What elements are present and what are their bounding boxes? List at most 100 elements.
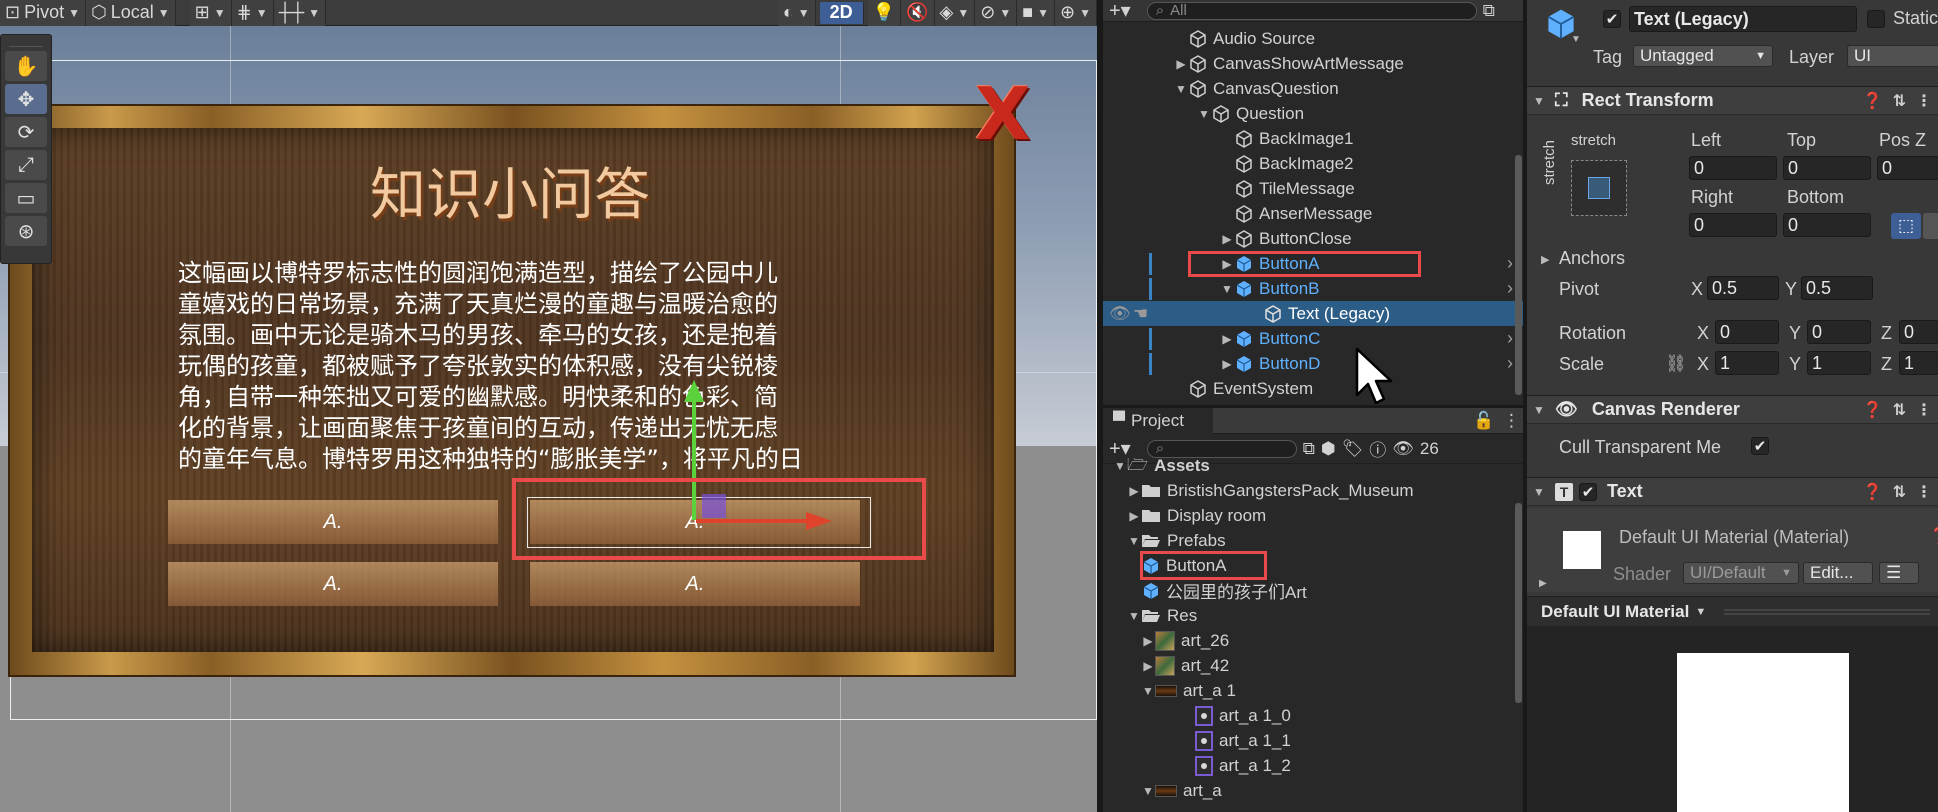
hierarchy-item[interactable]: ▶ ButtonClose bbox=[1103, 226, 1523, 251]
move-gizmo-y-arrow[interactable] bbox=[684, 380, 704, 402]
collapse-arrow-icon[interactable]: ▼ bbox=[1174, 82, 1188, 96]
chevron-down-icon[interactable]: ▼ bbox=[1695, 606, 1706, 618]
pivot-toggle[interactable]: ⊡ Pivot ▼ bbox=[0, 0, 87, 26]
anchor-presets-button[interactable] bbox=[1571, 160, 1627, 216]
help-icon[interactable]: ❓ bbox=[1929, 527, 1938, 547]
expand-arrow-icon[interactable]: ▶ bbox=[1141, 659, 1155, 673]
rotate-tool-icon[interactable]: ⟳ bbox=[5, 117, 47, 147]
right-field[interactable]: 0 bbox=[1689, 213, 1777, 237]
type-filter-icon[interactable]: ⬢ bbox=[1321, 439, 1336, 459]
drag-handle[interactable] bbox=[9, 37, 43, 47]
scene-view[interactable]: X 知识小问答 这幅画以博特罗标志性的圆润饱满造型，描绘了公园中儿 童嬉戏的日常… bbox=[0, 0, 1097, 812]
rotation-y-field[interactable]: 0 bbox=[1807, 320, 1871, 344]
hand-tool-icon[interactable]: ✋ bbox=[5, 51, 47, 81]
move-tool-icon[interactable]: ✥ bbox=[5, 84, 47, 114]
hierarchy-item[interactable]: EventSystem bbox=[1103, 376, 1523, 401]
hierarchy-search-input[interactable]: ⌕ All bbox=[1146, 1, 1477, 20]
grid-snap-button[interactable]: ⊞ ▼ bbox=[189, 0, 232, 26]
project-item-sprite[interactable]: art_a 1_1 bbox=[1103, 728, 1523, 753]
project-item-assets[interactable]: ▼ 🗁 Assets bbox=[1103, 458, 1523, 474]
help-icon[interactable]: ❓ bbox=[1863, 91, 1883, 111]
shader-dropdown[interactable]: UI/Default ▼ bbox=[1683, 562, 1799, 584]
project-item-sprite[interactable]: art_a 1_0 bbox=[1103, 703, 1523, 728]
project-item-folder[interactable]: ▶ BristishGangstersPack_Museum bbox=[1103, 478, 1523, 503]
chevron-right-icon[interactable]: › bbox=[1507, 253, 1513, 274]
preview-title[interactable]: Default UI Material bbox=[1541, 602, 1689, 622]
expand-arrow-icon[interactable]: ▶ bbox=[1539, 578, 1547, 589]
rect-transform-header[interactable]: ▼ ⛶ Rect Transform ❓ ⇅ ⋮ bbox=[1527, 86, 1938, 115]
draw-mode-button[interactable]: ◐ ▼ bbox=[777, 0, 816, 26]
search-options-icon[interactable]: ⧉ bbox=[1483, 1, 1495, 21]
preset-icon[interactable]: ⇅ bbox=[1893, 400, 1906, 420]
increment-snap-button[interactable]: ⋕ ▼ bbox=[231, 0, 274, 26]
tab-project[interactable]: ▀ Project bbox=[1103, 408, 1213, 434]
static-checkbox[interactable] bbox=[1867, 10, 1885, 28]
preset-icon[interactable]: ⇅ bbox=[1893, 482, 1906, 502]
effects-button[interactable]: ◈ ▼ bbox=[934, 0, 976, 26]
answer-button-d[interactable]: A. bbox=[530, 562, 860, 606]
project-item-folder[interactable]: ▼ Prefabs bbox=[1103, 528, 1523, 553]
2d-toggle[interactable]: 2D bbox=[819, 1, 864, 24]
project-item-texture[interactable]: ▼ art_a bbox=[1103, 778, 1523, 803]
expand-arrow-icon[interactable]: ▶ bbox=[1174, 57, 1188, 71]
rect-tool-icon[interactable]: ▭ bbox=[5, 183, 47, 213]
raw-edit-button[interactable] bbox=[1923, 213, 1938, 239]
lighting-toggle[interactable]: 💡 bbox=[867, 0, 902, 26]
expand-arrow-icon[interactable]: ▶ bbox=[1541, 253, 1549, 266]
project-item-texture[interactable]: ▶ art_42 bbox=[1103, 653, 1523, 678]
search-by-type-icon[interactable]: ⧉ bbox=[1303, 439, 1315, 459]
hierarchy-item[interactable]: ▼ CanvasQuestion bbox=[1103, 76, 1523, 101]
pickable-hand-icon[interactable]: ☚ bbox=[1133, 304, 1153, 324]
collapse-arrow-icon[interactable]: ▼ bbox=[1113, 459, 1127, 473]
preset-icon[interactable]: ⇅ bbox=[1893, 91, 1906, 111]
text-enabled-checkbox[interactable]: ✔ bbox=[1579, 482, 1597, 501]
project-search-input[interactable]: ⌕ bbox=[1146, 439, 1297, 458]
preview-drag-handle[interactable] bbox=[1724, 608, 1930, 615]
hierarchy-item[interactable]: Audio Source bbox=[1103, 26, 1523, 51]
pos-z-field[interactable]: 0 bbox=[1877, 156, 1938, 180]
scale-tool-icon[interactable]: ⤢ bbox=[5, 150, 47, 180]
kebab-menu-icon[interactable]: ⋮ bbox=[1916, 400, 1932, 420]
hierarchy-item-buttond[interactable]: ▶ ButtonD › bbox=[1103, 351, 1523, 376]
expand-arrow-icon[interactable]: ▶ bbox=[1127, 509, 1141, 523]
hierarchy-item-buttonc[interactable]: ▶ ButtonC › bbox=[1103, 326, 1523, 351]
label-filter-icon[interactable]: 🏷 bbox=[1342, 439, 1364, 459]
hierarchy-scrollbar[interactable] bbox=[1515, 155, 1522, 395]
bottom-field[interactable]: 0 bbox=[1783, 213, 1871, 237]
hierarchy-item[interactable]: TileMessage bbox=[1103, 176, 1523, 201]
scale-z-field[interactable]: 1 bbox=[1899, 351, 1938, 375]
chevron-right-icon[interactable]: › bbox=[1507, 328, 1513, 349]
scale-x-field[interactable]: 1 bbox=[1715, 351, 1779, 375]
project-item-folder[interactable]: ▼ Res bbox=[1103, 603, 1523, 628]
collapse-arrow-icon[interactable]: ▼ bbox=[1220, 282, 1234, 296]
project-scrollbar[interactable] bbox=[1515, 503, 1522, 703]
camera-button[interactable]: ■ ▼ bbox=[1017, 0, 1056, 26]
top-field[interactable]: 0 bbox=[1783, 156, 1871, 180]
help-icon[interactable]: ❓ bbox=[1863, 400, 1883, 420]
expand-arrow-icon[interactable]: ▶ bbox=[1220, 332, 1234, 346]
lock-icon[interactable]: 🔓 bbox=[1473, 411, 1494, 431]
rotation-x-field[interactable]: 0 bbox=[1715, 320, 1779, 344]
hierarchy-item-text-legacy[interactable]: 👁 ☚ Text (Legacy) bbox=[1103, 301, 1523, 326]
project-item-sprite[interactable]: art_a 1_2 bbox=[1103, 753, 1523, 778]
collapse-arrow-icon[interactable]: ▼ bbox=[1127, 609, 1141, 623]
kebab-menu-icon[interactable]: ⋮ bbox=[1503, 411, 1520, 431]
pivot-x-field[interactable]: 0.5 bbox=[1707, 276, 1779, 300]
cull-transparent-checkbox[interactable]: ✔ bbox=[1751, 437, 1769, 455]
layer-dropdown[interactable]: UI bbox=[1847, 45, 1938, 67]
expand-arrow-icon[interactable]: ▶ bbox=[1220, 232, 1234, 246]
visibility-eye-icon[interactable]: 👁 bbox=[1109, 304, 1133, 324]
expand-arrow-icon[interactable]: ▶ bbox=[1127, 484, 1141, 498]
collapse-arrow-icon[interactable]: ▼ bbox=[1533, 485, 1545, 499]
project-item-folder[interactable]: ▶ Display room bbox=[1103, 503, 1523, 528]
left-field[interactable]: 0 bbox=[1689, 156, 1777, 180]
text-component-header[interactable]: ▼ T ✔ Text ❓ ⇅ ⋮ bbox=[1527, 477, 1938, 506]
hierarchy-item[interactable]: ▼ Question bbox=[1103, 101, 1523, 126]
collapse-arrow-icon[interactable]: ▼ bbox=[1141, 684, 1155, 698]
kebab-menu-icon[interactable]: ⋮ bbox=[1916, 482, 1932, 502]
visibility-toggle[interactable]: ⊘ ▼ bbox=[975, 0, 1018, 26]
visibility-count-icon[interactable]: 👁 bbox=[1392, 439, 1414, 459]
rotation-z-field[interactable]: 0 bbox=[1899, 320, 1938, 344]
project-item-prefab[interactable]: 公园里的孩子们Art bbox=[1103, 578, 1523, 603]
chevron-right-icon[interactable]: › bbox=[1507, 353, 1513, 374]
